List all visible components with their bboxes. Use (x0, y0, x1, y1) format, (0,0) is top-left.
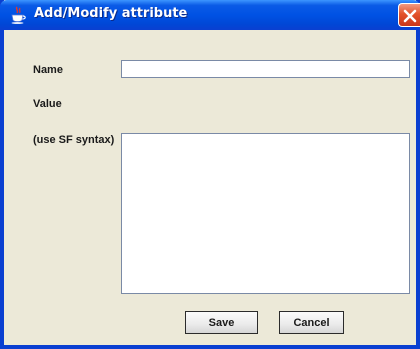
title-bar[interactable]: Add/Modify attribute (0, 0, 420, 30)
cancel-button[interactable]: Cancel (279, 311, 344, 334)
dialog-window: Add/Modify attribute Name Value (use SF … (0, 0, 420, 349)
close-button[interactable] (398, 3, 420, 27)
name-label: Name (33, 64, 63, 76)
value-textarea[interactable] (121, 133, 410, 294)
name-input[interactable] (121, 60, 410, 78)
value-label: Value (33, 98, 62, 110)
java-coffee-cup-icon (10, 6, 26, 24)
save-button[interactable]: Save (185, 311, 258, 334)
window-title: Add/Modify attribute (34, 6, 188, 21)
syntax-hint-label: (use SF syntax) (33, 134, 115, 146)
